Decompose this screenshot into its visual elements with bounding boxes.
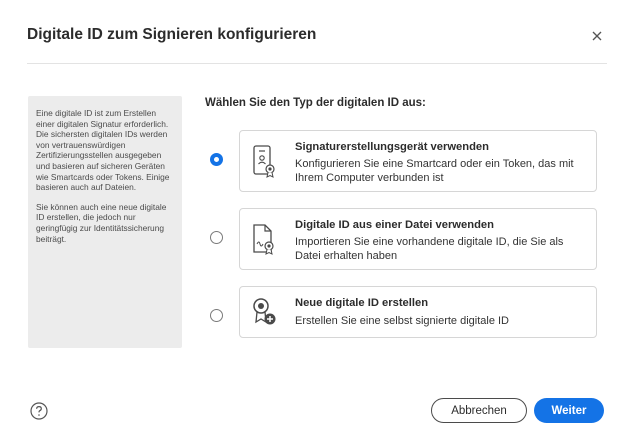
option-title: Digitale ID aus einer Datei verwenden <box>295 219 494 231</box>
configure-digital-id-dialog: Digitale ID zum Signieren konfigurieren … <box>0 0 620 445</box>
dialog-title: Digitale ID zum Signieren konfigurieren <box>27 26 317 43</box>
option-card[interactable]: Signaturerstellungsgerät verwenden Konfi… <box>239 130 597 192</box>
option-title: Neue digitale ID erstellen <box>295 297 429 309</box>
smartcard-device-icon <box>253 145 275 178</box>
cancel-button[interactable]: Abbrechen <box>431 398 527 423</box>
info-paragraph: Eine digitale ID ist zum Erstellen einer… <box>36 108 170 193</box>
help-button[interactable] <box>29 401 49 421</box>
title-divider <box>27 63 607 64</box>
option-radio[interactable] <box>210 231 223 244</box>
option-description: Importieren Sie eine vorhandene digitale… <box>295 236 564 262</box>
option-new-id[interactable]: Neue digitale ID erstellen Erstellen Sie… <box>205 286 597 348</box>
option-signature-device[interactable]: Signaturerstellungsgerät verwenden Konfi… <box>205 130 597 192</box>
option-radio[interactable] <box>210 153 223 166</box>
next-button[interactable]: Weiter <box>534 398 604 423</box>
help-icon <box>30 402 48 420</box>
id-type-prompt: Wählen Sie den Typ der digitalen ID aus: <box>205 97 426 109</box>
close-button[interactable] <box>587 26 607 46</box>
option-card[interactable]: Neue digitale ID erstellen Erstellen Sie… <box>239 286 597 338</box>
option-description: Konfigurieren Sie eine Smartcard oder ei… <box>295 158 574 184</box>
option-description: Erstellen Sie eine selbst signierte digi… <box>295 315 510 327</box>
option-card[interactable]: Digitale ID aus einer Datei verwenden Im… <box>239 208 597 270</box>
certificate-file-icon <box>253 224 274 255</box>
option-title: Signaturerstellungsgerät verwenden <box>295 141 489 153</box>
new-certificate-icon <box>253 298 276 325</box>
option-file-id[interactable]: Digitale ID aus einer Datei verwenden Im… <box>205 208 597 270</box>
option-radio[interactable] <box>210 309 223 322</box>
info-panel: Eine digitale ID ist zum Erstellen einer… <box>28 96 182 348</box>
close-icon <box>592 31 602 41</box>
info-paragraph: Sie können auch eine neue digitale ID er… <box>36 201 167 244</box>
